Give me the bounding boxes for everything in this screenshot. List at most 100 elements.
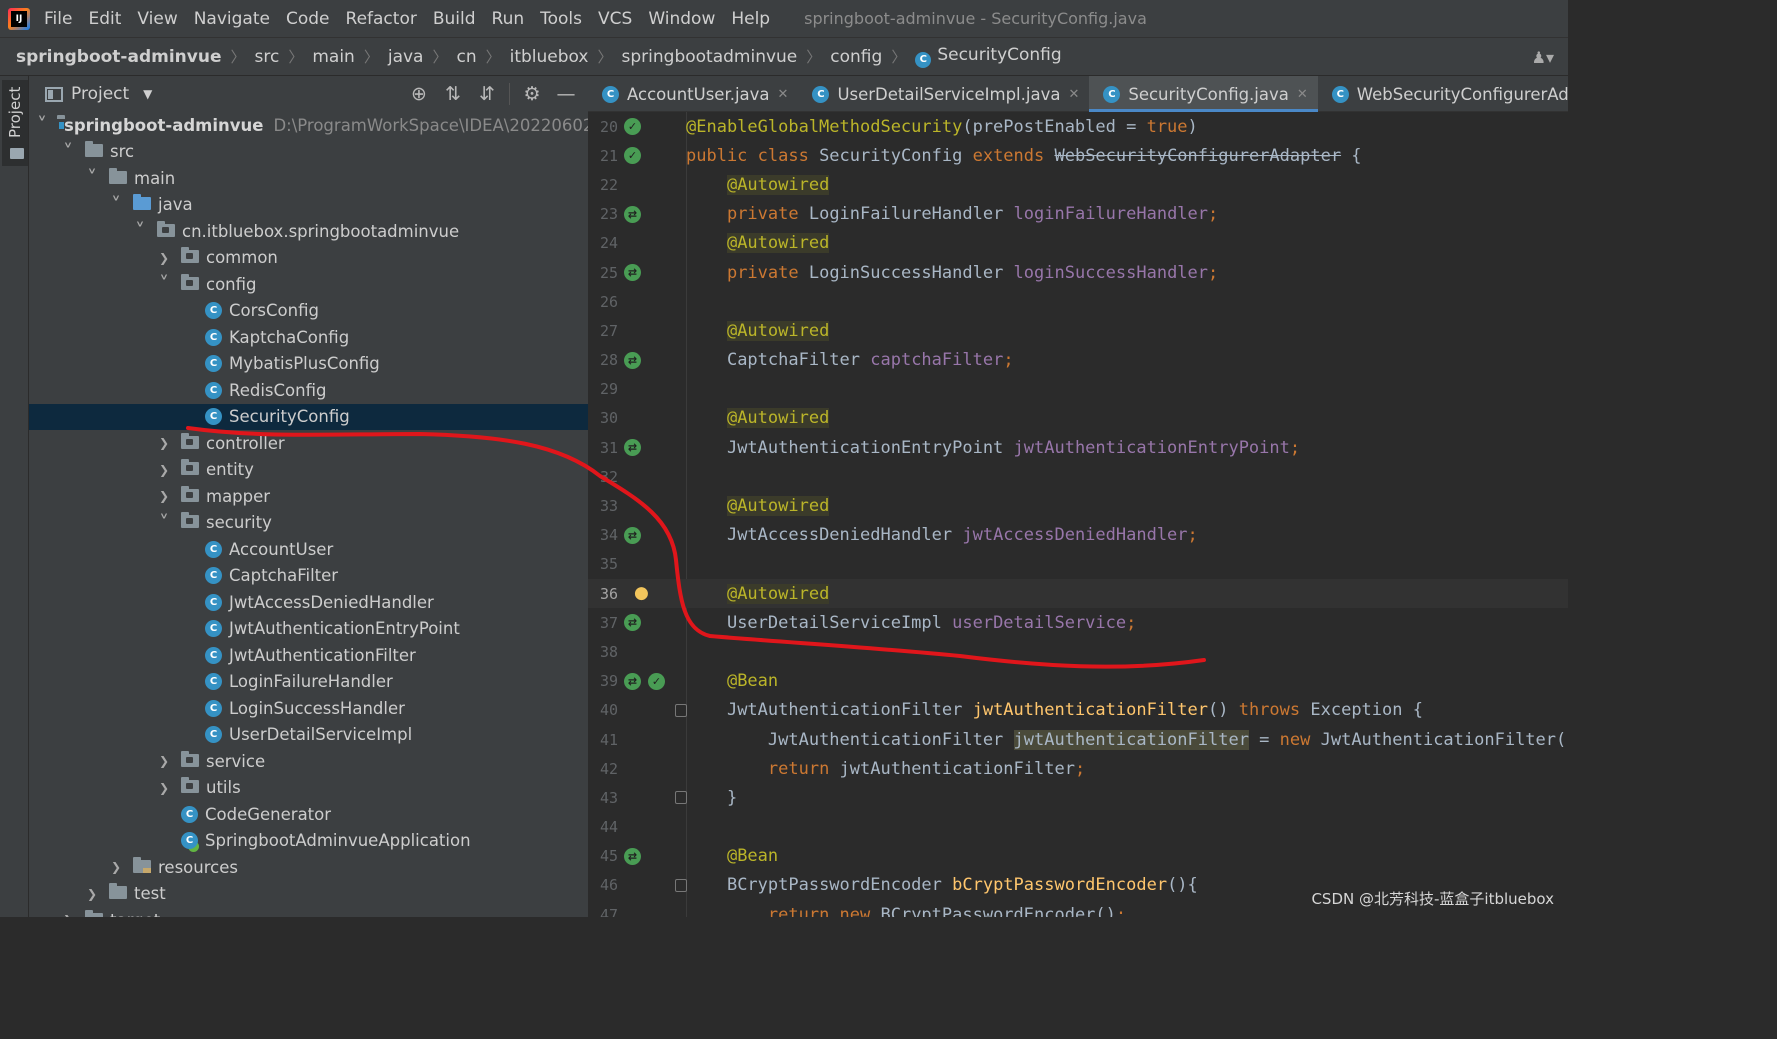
tree-item-springbootadminvueapplication[interactable]: ❯CSpringbootAdminvueApplication [29, 828, 588, 855]
chevron-down-icon[interactable]: ˅ [37, 113, 47, 137]
line-number[interactable]: 31 [588, 439, 618, 457]
breadcrumb-item-securityconfig[interactable]: C SecurityConfig [915, 45, 1062, 68]
tree-item-accountuser[interactable]: ❯CAccountUser [29, 536, 588, 563]
fold-icon[interactable] [675, 791, 687, 805]
tree-item-redisconfig[interactable]: ❯CRedisConfig [29, 377, 588, 404]
minimize-icon[interactable]: — [554, 82, 578, 106]
tree-item-securityconfig[interactable]: ❯CSecurityConfig [29, 403, 588, 430]
lightbulb-icon[interactable]: ● [634, 583, 649, 603]
breadcrumb-item-src[interactable]: src [255, 47, 280, 67]
close-icon[interactable]: ✕ [1297, 87, 1308, 102]
breadcrumb-item-java[interactable]: java [388, 47, 424, 67]
tree-item-jwtauthenticationfilter[interactable]: ❯CJwtAuthenticationFilter [29, 642, 588, 669]
line-number[interactable]: 42 [588, 760, 618, 778]
breadcrumb-item-itbluebox[interactable]: itbluebox [510, 47, 589, 67]
chevron-down-icon[interactable]: ˅ [85, 166, 99, 190]
collapse-all-icon[interactable]: ⇵ [475, 82, 499, 106]
breadcrumb-item-cn[interactable]: cn [456, 47, 476, 67]
tree-item-mapper[interactable]: ❯ mapper [29, 483, 588, 510]
line-number[interactable]: 38 [588, 643, 618, 661]
menu-item-refactor[interactable]: Refactor [346, 9, 417, 29]
project-tool-tab[interactable]: Project [2, 80, 28, 166]
project-panel-title[interactable]: Project [71, 84, 129, 104]
chevron-right-icon[interactable]: ❯ [157, 489, 171, 503]
user-icon[interactable]: ♟▾ [1532, 48, 1554, 67]
menu-item-tools[interactable]: Tools [540, 9, 582, 29]
chevron-right-icon[interactable]: ❯ [109, 860, 123, 874]
spring-bean-icon[interactable]: ⇄ [624, 205, 641, 223]
tree-item-controller[interactable]: ❯ controller [29, 430, 588, 457]
line-number[interactable]: 21 [588, 147, 618, 165]
close-icon[interactable]: ✕ [1068, 87, 1079, 102]
implement-icon[interactable]: ✓ [648, 672, 665, 690]
chevron-right-icon[interactable]: ❯ [157, 463, 171, 477]
spring-bean-icon[interactable]: ⇄ [624, 847, 641, 865]
menu-item-window[interactable]: Window [648, 9, 715, 29]
code-area[interactable]: 20 ✓ @EnableGlobalMethodSecurity(prePostEn… [588, 112, 1568, 917]
menu-item-edit[interactable]: Edit [88, 9, 121, 29]
tree-item-loginfailurehandler[interactable]: ❯CLoginFailureHandler [29, 669, 588, 696]
chevron-down-icon[interactable]: ˅ [157, 511, 171, 535]
spring-bean-icon[interactable]: ⇄ [624, 526, 641, 544]
tree-item-test[interactable]: ❯ test [29, 881, 588, 908]
line-number[interactable]: 44 [588, 818, 618, 836]
line-number[interactable]: 35 [588, 555, 618, 573]
spring-bean-icon[interactable]: ⇄ [624, 614, 641, 632]
line-number[interactable]: 34 [588, 526, 618, 544]
chevron-right-icon[interactable]: ❯ [157, 436, 171, 450]
tree-item-codegenerator[interactable]: ❯CCodeGenerator [29, 801, 588, 828]
fold-icon[interactable] [675, 703, 687, 717]
tab-securityconfig-java[interactable]: C SecurityConfig.java ✕ [1089, 76, 1319, 112]
menu-item-help[interactable]: Help [731, 9, 770, 29]
menu-item-run[interactable]: Run [492, 9, 525, 29]
line-number[interactable]: 20 [588, 118, 618, 136]
line-number[interactable]: 40 [588, 701, 618, 719]
close-icon[interactable]: ✕ [778, 87, 789, 102]
fold-icon[interactable] [675, 878, 687, 892]
spring-bean-icon[interactable]: ⇄ [624, 263, 641, 281]
line-number[interactable]: 43 [588, 789, 618, 807]
chevron-down-icon[interactable]: ˅ [133, 219, 147, 243]
line-number[interactable]: 36 [588, 585, 618, 603]
locate-icon[interactable]: ⊕ [407, 82, 431, 106]
breadcrumb-item-config[interactable]: config [830, 47, 882, 67]
tab-websecurityconfigureradapter-class[interactable]: C WebSecurityConfigurerAdapter.class [1318, 76, 1568, 112]
tree-item-utils[interactable]: ❯ utils [29, 775, 588, 802]
override-icon[interactable]: ✓ [624, 147, 641, 165]
tree-item-target[interactable]: ❯ target [29, 907, 588, 917]
chevron-down-icon[interactable]: ▼ [143, 87, 152, 101]
spring-bean-icon[interactable]: ⇄ [624, 351, 641, 369]
tree-item-service[interactable]: ❯ service [29, 748, 588, 775]
gear-icon[interactable]: ⚙ [520, 82, 544, 106]
tree-item-main[interactable]: ˅ main [29, 165, 588, 192]
line-number[interactable]: 41 [588, 731, 618, 749]
line-number[interactable]: 28 [588, 351, 618, 369]
chevron-right-icon[interactable]: ❯ [61, 913, 75, 917]
line-number[interactable]: 24 [588, 234, 618, 252]
tab-accountuser-java[interactable]: C AccountUser.java ✕ [588, 76, 798, 112]
line-number[interactable]: 47 [588, 906, 618, 917]
spring-bean-icon[interactable]: ⇄ [624, 439, 641, 457]
menu-item-build[interactable]: Build [433, 9, 476, 29]
tree-item-jwtauthenticationentrypoint[interactable]: ❯CJwtAuthenticationEntryPoint [29, 616, 588, 643]
line-number[interactable]: 37 [588, 614, 618, 632]
tree-item-corsconfig[interactable]: ❯CCorsConfig [29, 298, 588, 325]
line-number[interactable]: 46 [588, 876, 618, 894]
chevron-right-icon[interactable]: ❯ [157, 781, 171, 795]
line-number[interactable]: 33 [588, 497, 618, 515]
menu-item-file[interactable]: File [44, 9, 72, 29]
chevron-right-icon[interactable]: ❯ [157, 251, 171, 265]
chevron-down-icon[interactable]: ˅ [61, 140, 75, 164]
line-number[interactable]: 29 [588, 380, 618, 398]
line-number[interactable]: 27 [588, 322, 618, 340]
chevron-right-icon[interactable]: ❯ [85, 887, 99, 901]
menu-item-vcs[interactable]: VCS [598, 9, 632, 29]
line-number[interactable]: 30 [588, 409, 618, 427]
tab-userdetailserviceimpl-java[interactable]: C UserDetailServiceImpl.java ✕ [798, 76, 1089, 112]
tree-item-java[interactable]: ˅ java [29, 192, 588, 219]
menu-item-code[interactable]: Code [286, 9, 330, 29]
line-number[interactable]: 26 [588, 293, 618, 311]
tree-item-jwtaccessdeniedhandler[interactable]: ❯CJwtAccessDeniedHandler [29, 589, 588, 616]
tree-item-common[interactable]: ❯ common [29, 245, 588, 272]
tree-item-entity[interactable]: ❯ entity [29, 457, 588, 484]
